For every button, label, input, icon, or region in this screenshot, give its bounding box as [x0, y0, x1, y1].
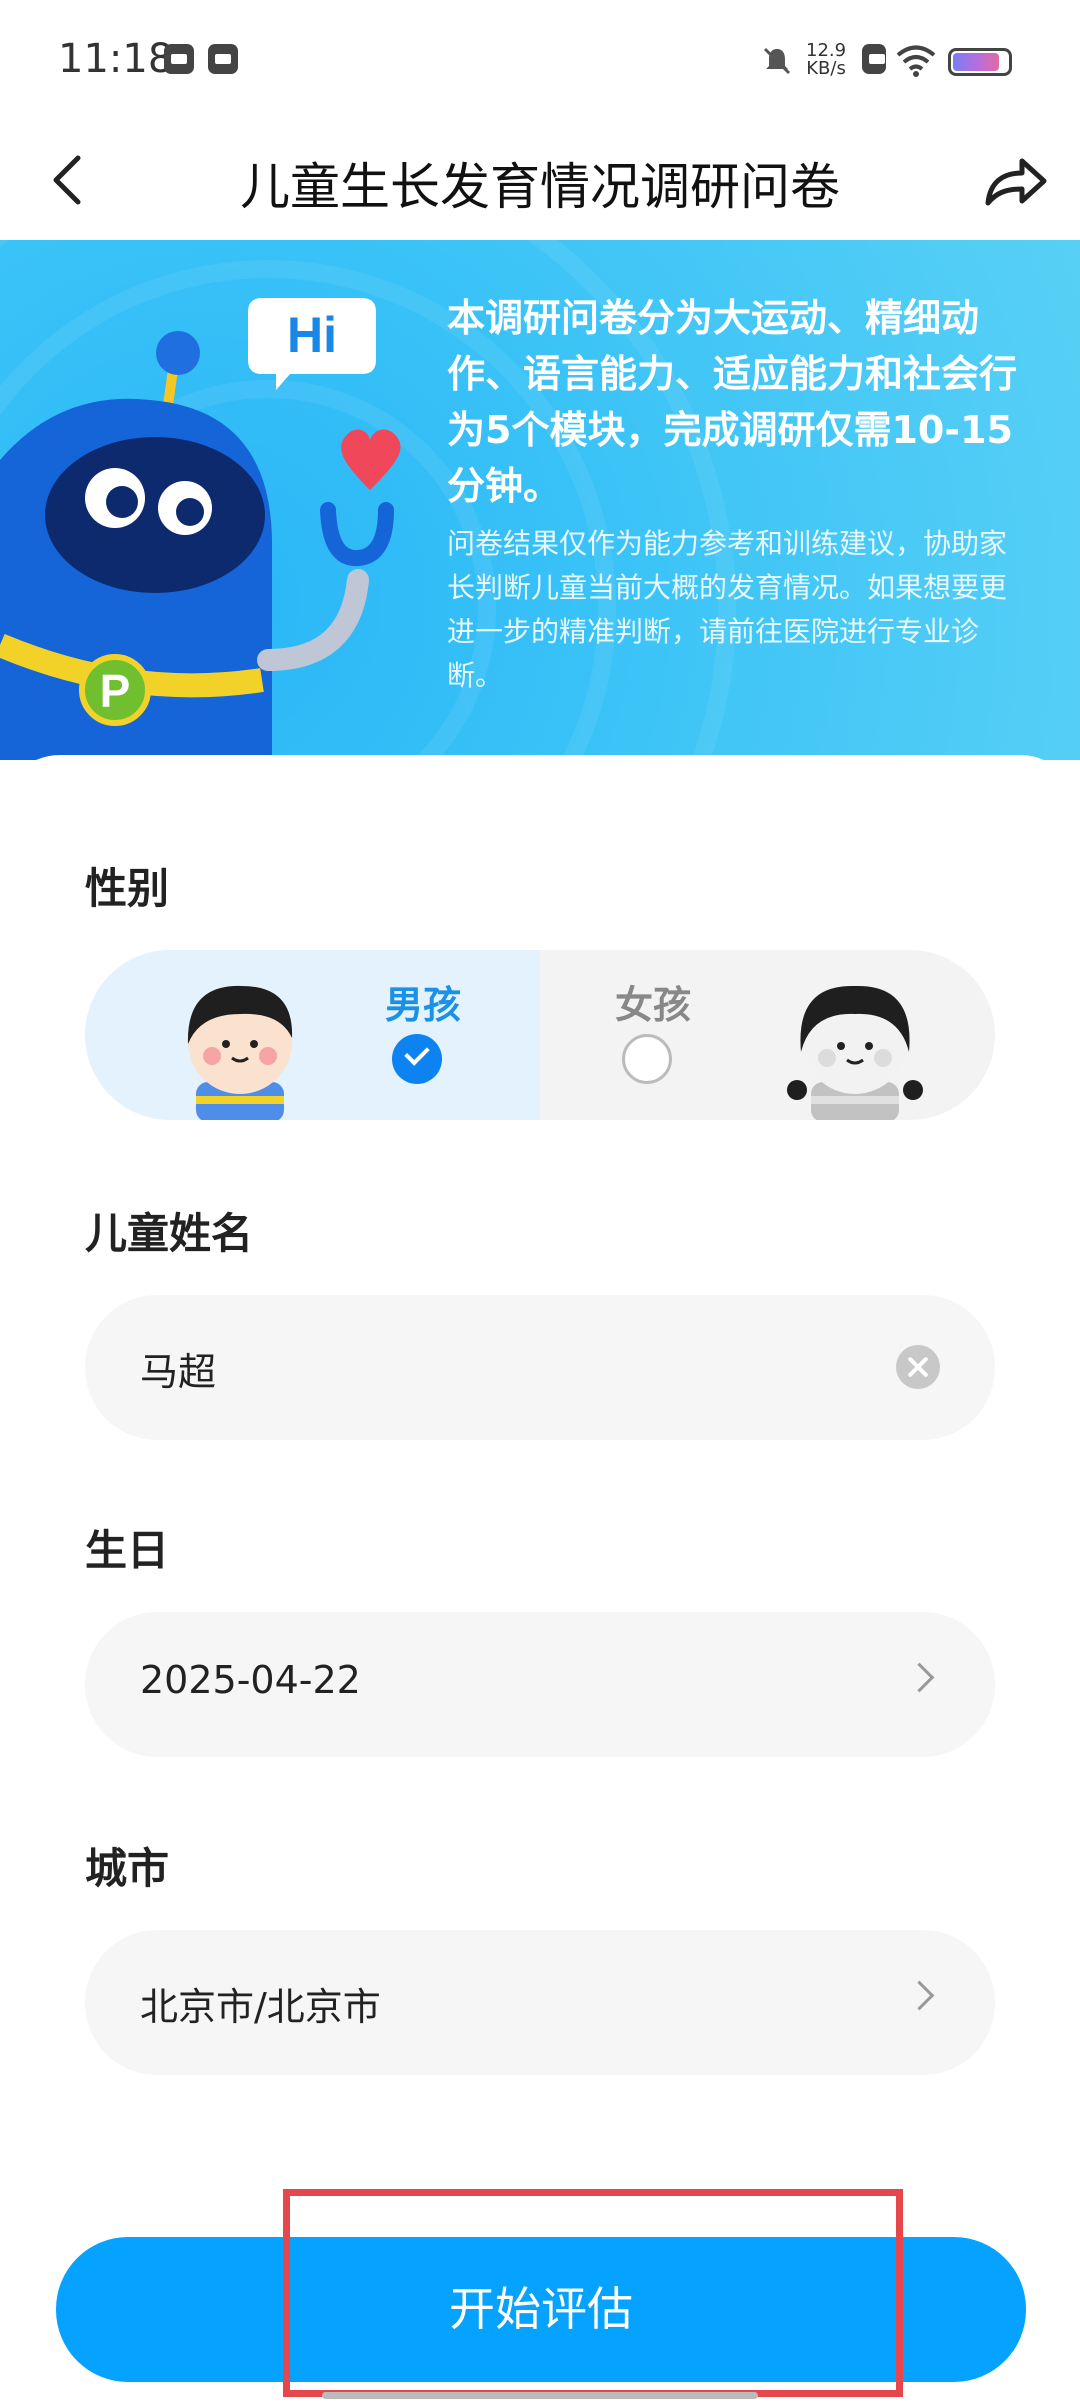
banner-title: 本调研问卷分为大运动、精细动作、语言能力、适应能力和社会行为5个模块，完成调研仅…: [447, 296, 1018, 508]
mute-icon: [763, 47, 791, 75]
chevron-right-icon: [904, 1662, 935, 1693]
banner-description: 问卷结果仅作为能力参考和训练建议，协助家长判断儿童当前大概的发育情况。如果想要更…: [447, 527, 1008, 692]
form-card: 性别 男孩 女孩 儿童姓名 马超 生日 2025-04-22 城市 北京市/北京…: [0, 755, 1080, 2408]
male-checked-icon: [392, 1034, 442, 1084]
page-title: 儿童生长发育情况调研问卷: [240, 158, 840, 216]
gender-label: 性别: [85, 864, 170, 913]
net-speed: 12.9 KB/s: [806, 40, 847, 79]
female-unchecked-icon: [622, 1034, 672, 1084]
wifi-icon: [896, 45, 936, 77]
chevron-right-icon: [904, 1980, 935, 2011]
nav-bar: 儿童生长发育情况调研问卷: [0, 125, 1080, 240]
birthday-picker[interactable]: 2025-04-22: [85, 1612, 995, 1757]
gender-option-male[interactable]: 男孩: [85, 950, 540, 1120]
birthday-label: 生日: [85, 1526, 170, 1575]
girl-avatar: [787, 985, 923, 1120]
robot-mascot: Hi P: [0, 298, 401, 760]
female-label: 女孩: [615, 983, 692, 1027]
city-label: 城市: [85, 1844, 170, 1893]
start-assessment-button[interactable]: 开始评估: [56, 2237, 1026, 2382]
bubble-hi-text: Hi: [287, 307, 337, 363]
clear-icon[interactable]: [896, 1345, 940, 1389]
home-indicator[interactable]: [322, 2392, 758, 2399]
name-input-value: 马超: [140, 1350, 217, 1394]
intro-banner: Hi P 本调研问卷分为大运动、精细动作、语言能力、适应能力和社会行为5个模块，…: [0, 240, 1080, 760]
share-icon[interactable]: [980, 145, 1050, 215]
city-value: 北京市/北京市: [140, 1985, 381, 2029]
battery-icon: [948, 48, 1012, 76]
close-box-icon: [862, 44, 886, 74]
name-label: 儿童姓名: [85, 1209, 254, 1258]
status-time: 11:18: [58, 36, 174, 82]
notification-icon: [164, 44, 194, 74]
gender-selector: 男孩 女孩: [85, 950, 995, 1120]
city-picker[interactable]: 北京市/北京市: [85, 1930, 995, 2075]
status-bar: 11:18 12.9 KB/s: [0, 0, 1080, 125]
male-label: 男孩: [385, 983, 462, 1027]
badge-letter: P: [100, 665, 131, 717]
gender-option-female[interactable]: 女孩: [540, 950, 995, 1120]
message-icon: [208, 44, 238, 74]
boy-avatar: [187, 985, 293, 1120]
name-input[interactable]: 马超: [85, 1295, 995, 1440]
birthday-value: 2025-04-22: [140, 1658, 361, 1702]
